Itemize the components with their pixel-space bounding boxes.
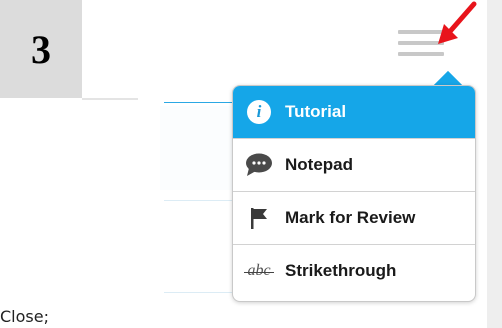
- hamburger-bar: [398, 52, 444, 56]
- close-text: Close;: [0, 307, 49, 326]
- background-divider: [164, 200, 234, 201]
- red-arrow-icon: [438, 1, 477, 44]
- scrollbar[interactable]: [487, 0, 502, 328]
- dropdown-menu: i Tutorial Notepad Mark for Review abc S…: [232, 85, 476, 302]
- header-underline: [82, 98, 138, 100]
- background-panel: [160, 106, 236, 190]
- info-icon: i: [233, 86, 285, 138]
- menu-item-label: Notepad: [285, 155, 353, 174]
- speech-bubble-icon: [233, 139, 285, 191]
- menu-item-notepad[interactable]: Notepad: [233, 139, 475, 191]
- strikethrough-icon: abc: [244, 262, 274, 279]
- question-number-box: 3: [0, 0, 82, 98]
- menu-item-label: Mark for Review: [285, 208, 416, 227]
- menu-item-tutorial[interactable]: i Tutorial: [233, 86, 475, 138]
- menu-item-strikethrough[interactable]: abc Strikethrough: [233, 245, 475, 297]
- menu-item-label: Tutorial: [285, 102, 347, 121]
- flag-icon: [233, 192, 285, 244]
- menu-item-mark-for-review[interactable]: Mark for Review: [233, 192, 475, 244]
- menu-item-label: Strikethrough: [285, 261, 397, 280]
- background-divider: [164, 292, 234, 293]
- background-divider: [164, 102, 234, 103]
- question-number: 3: [31, 26, 51, 72]
